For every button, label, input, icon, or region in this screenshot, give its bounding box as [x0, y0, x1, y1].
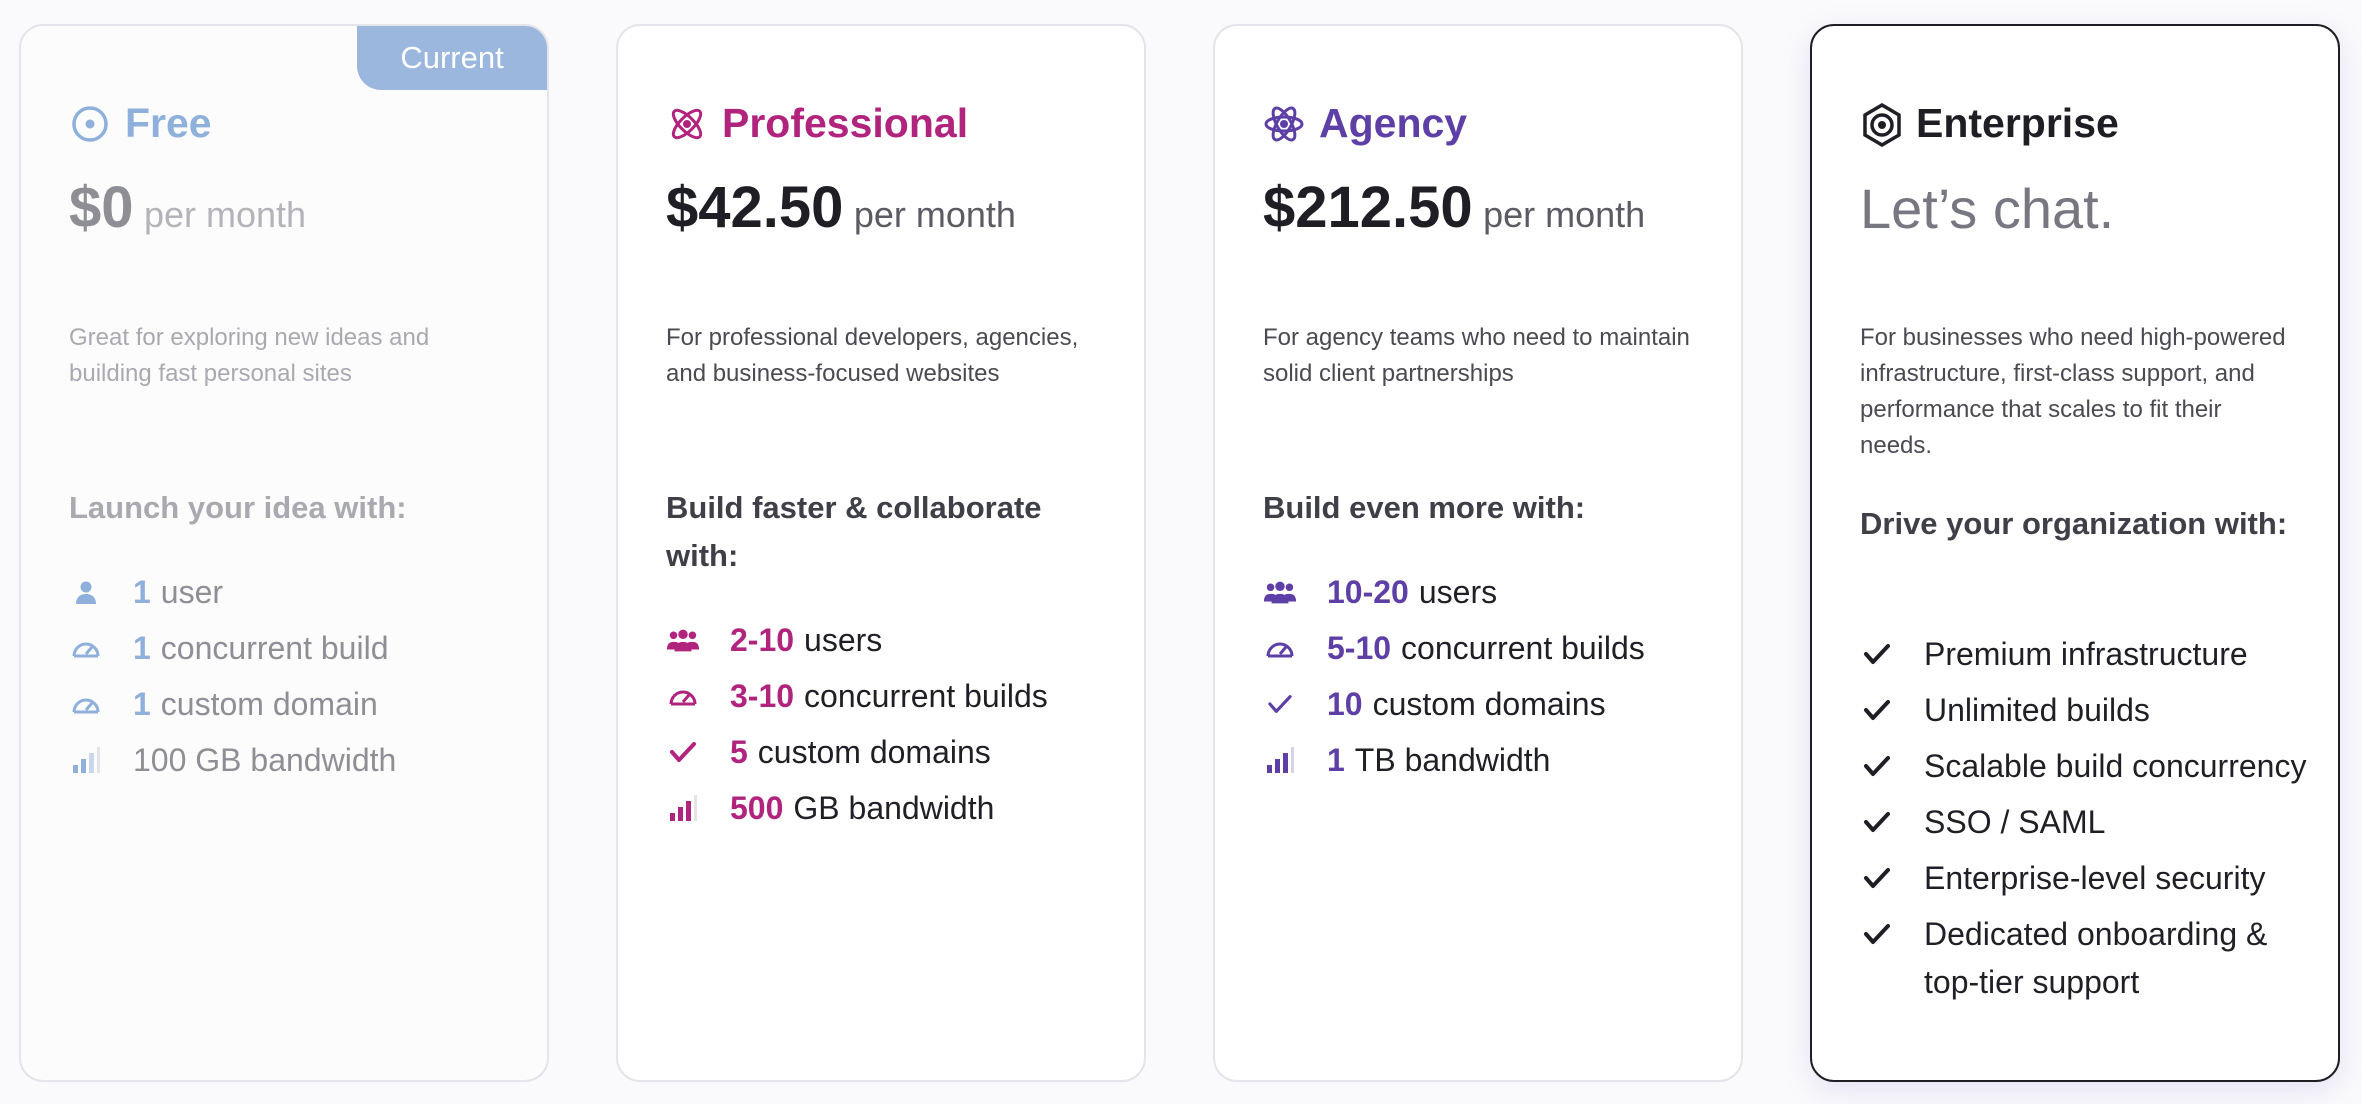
feature-item: Premium infrastructure [1860, 630, 2310, 678]
target-icon [69, 103, 111, 145]
speedometer-icon [69, 624, 103, 672]
check-icon [1860, 910, 1894, 958]
feature-list: 1 user 1 concurrent build 1 custom domain 1… [69, 568, 519, 792]
feature-item: SSO / SAML [1860, 798, 2310, 846]
atom-icon [1263, 103, 1305, 145]
check-icon [1860, 798, 1894, 846]
plan-description: For agency teams who need to maintain so… [1263, 324, 1690, 387]
feature-list: 10-20 users 5-10 concurrent builds 10 custo… [1263, 568, 1713, 792]
feature-item: 500 GB bandwidth [666, 784, 1116, 832]
feature-item: 10 custom domains [1263, 680, 1713, 728]
plan-description: Great for exploring new ideas and buildi… [69, 324, 430, 387]
plan-card-professional[interactable]: Professional $42.50 per month For profes… [616, 24, 1146, 1082]
check-icon [1860, 742, 1894, 790]
feature-item: 1 TB bandwidth [1263, 736, 1713, 784]
price-period: per month [853, 194, 1016, 235]
signal-bars-icon [1263, 736, 1297, 784]
feature-item: 1 concurrent build [69, 624, 519, 672]
check-icon [666, 728, 700, 776]
plan-name: Free [125, 100, 212, 146]
feature-item: 5-10 concurrent builds [1263, 624, 1713, 672]
price-amount: $212.50 [1263, 175, 1473, 240]
plan-card-agency[interactable]: Agency $212.50 per month For agency team… [1213, 24, 1743, 1082]
features-subhead: Drive your organization with: [1860, 506, 2288, 541]
feature-item: 10-20 users [1263, 568, 1713, 616]
features-subhead: Build even more with: [1263, 490, 1586, 525]
plan-name: Enterprise [1916, 100, 2119, 146]
check-icon [1860, 686, 1894, 734]
price-amount: $0 [69, 175, 134, 240]
feature-list: Premium infrastructure Unlimited builds … [1860, 630, 2310, 1014]
feature-item: 1 custom domain [69, 680, 519, 728]
speedometer-icon [69, 680, 103, 728]
feature-item: Scalable build concurrency [1860, 742, 2310, 790]
speedometer-icon [1263, 624, 1297, 672]
plan-price: $212.50 per month [1263, 174, 1645, 241]
check-icon [1860, 854, 1894, 902]
concentric-target-icon [1860, 102, 1902, 147]
speedometer-icon [666, 672, 700, 720]
plan-price: $0 per month [69, 174, 306, 241]
check-icon [1860, 630, 1894, 678]
plan-header: Professional [666, 100, 968, 147]
plan-price: $42.50 per month [666, 174, 1016, 241]
feature-item: Enterprise-level security [1860, 854, 2310, 902]
feature-item: 100 GB bandwidth [69, 736, 519, 784]
feature-item: 5 custom domains [666, 728, 1116, 776]
plan-header: Free [69, 100, 212, 147]
plan-description: For businesses who need high-powered inf… [1860, 324, 2286, 459]
atom-icon [666, 103, 708, 145]
user-icon [69, 568, 103, 616]
price-period: per month [143, 194, 307, 235]
current-plan-badge: Current [357, 26, 547, 90]
plan-name: Agency [1319, 100, 1468, 146]
plan-description: For professional developers, agencies, a… [666, 324, 1079, 387]
plan-header: Agency [1263, 100, 1467, 147]
plan-header: Enterprise [1860, 100, 2119, 147]
plan-name: Professional [722, 100, 969, 146]
users-icon [1263, 568, 1297, 616]
price-amount: $42.50 [666, 175, 844, 240]
features-subhead: Build faster & collaborate with: [666, 490, 1042, 573]
users-icon [666, 616, 700, 664]
signal-bars-icon [666, 784, 700, 832]
feature-item: 2-10 users [666, 616, 1116, 664]
check-icon [1263, 680, 1297, 728]
feature-item: 1 user [69, 568, 519, 616]
features-subhead: Launch your idea with: [69, 490, 407, 525]
plan-card-free[interactable]: Current Free $0 per month Great for expl… [19, 24, 549, 1082]
price-period: per month [1483, 194, 1646, 235]
signal-bars-icon [69, 736, 103, 784]
feature-item: 3-10 concurrent builds [666, 672, 1116, 720]
feature-list: 2-10 users 3-10 concurrent builds 5 custom … [666, 616, 1116, 840]
feature-item: Unlimited builds [1860, 686, 2310, 734]
contact-prompt: Let’s chat. [1860, 177, 2115, 240]
plan-card-enterprise[interactable]: Enterprise Let’s chat. For businesses wh… [1810, 24, 2340, 1082]
feature-item: Dedicated onboarding & top-tier support [1860, 910, 2310, 1006]
